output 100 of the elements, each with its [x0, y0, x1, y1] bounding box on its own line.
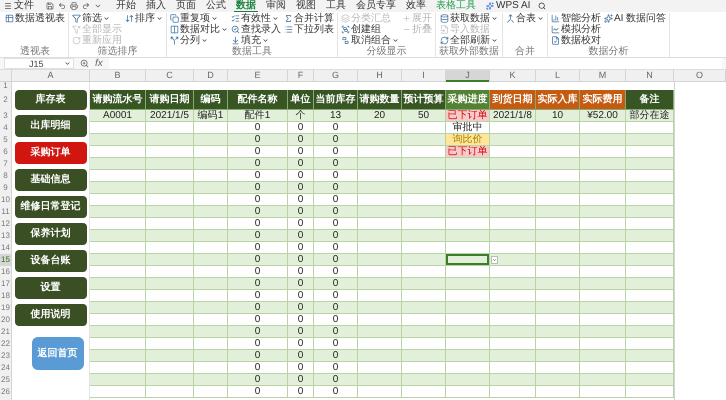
table-cell[interactable] — [490, 266, 536, 278]
table-cell[interactable]: 0 — [288, 290, 314, 302]
table-cell[interactable] — [536, 230, 580, 242]
table-cell[interactable] — [490, 326, 536, 338]
table-cell[interactable] — [536, 350, 580, 362]
table-cell[interactable] — [402, 218, 446, 230]
table-cell[interactable] — [626, 266, 674, 278]
table-cell[interactable]: A0001 — [90, 110, 146, 122]
table-cell[interactable]: 个 — [288, 110, 314, 122]
row-number[interactable]: 23 — [0, 350, 11, 362]
ribbon-button[interactable]: 创建组 — [341, 24, 399, 35]
column-letter[interactable]: F — [288, 70, 314, 82]
table-cell[interactable] — [490, 302, 536, 314]
table-cell[interactable] — [90, 386, 146, 398]
menu-tab[interactable]: 插入 — [144, 0, 168, 12]
table-cell[interactable] — [580, 158, 626, 170]
table-cell[interactable] — [490, 374, 536, 386]
table-cell[interactable] — [446, 290, 490, 302]
table-cell[interactable] — [536, 206, 580, 218]
table-cell[interactable]: 0 — [288, 302, 314, 314]
table-cell[interactable]: 0 — [228, 230, 288, 242]
table-cell[interactable] — [90, 146, 146, 158]
table-cell[interactable]: 0 — [288, 170, 314, 182]
ribbon-button[interactable]: 下拉列表 — [284, 24, 334, 35]
ribbon-button[interactable]: 筛选 — [72, 13, 122, 24]
table-cell[interactable] — [90, 194, 146, 206]
table-cell[interactable]: 0 — [228, 254, 288, 266]
table-cell[interactable]: 0 — [314, 218, 358, 230]
table-cell[interactable] — [580, 182, 626, 194]
column-letter[interactable]: E — [228, 70, 288, 82]
row-number[interactable]: 20 — [0, 314, 11, 326]
formula-input[interactable] — [108, 58, 722, 69]
table-cell[interactable]: 0 — [288, 182, 314, 194]
table-cell[interactable] — [490, 158, 536, 170]
ribbon-button[interactable]: 获取数据 — [440, 13, 498, 24]
table-cell[interactable] — [402, 350, 446, 362]
table-cell[interactable] — [358, 122, 402, 134]
table-cell[interactable]: 0 — [314, 302, 358, 314]
table-cell[interactable] — [402, 182, 446, 194]
table-cell[interactable] — [446, 326, 490, 338]
table-cell[interactable] — [90, 278, 146, 290]
column-letter[interactable]: M — [580, 70, 626, 82]
table-cell[interactable] — [90, 314, 146, 326]
table-cell[interactable] — [536, 158, 580, 170]
table-cell[interactable] — [490, 134, 536, 146]
nav-button[interactable]: 采购订单 — [14, 142, 86, 164]
table-cell[interactable]: 0 — [314, 194, 358, 206]
table-cell[interactable] — [90, 122, 146, 134]
table-cell[interactable] — [580, 194, 626, 206]
table-cell[interactable] — [402, 362, 446, 374]
table-cell[interactable] — [402, 194, 446, 206]
table-cell[interactable]: 0 — [314, 362, 358, 374]
table-cell[interactable] — [536, 170, 580, 182]
column-letter[interactable]: C — [146, 70, 194, 82]
table-cell[interactable]: 0 — [288, 206, 314, 218]
table-cell[interactable]: 0 — [288, 266, 314, 278]
table-cell[interactable] — [580, 170, 626, 182]
table-cell[interactable] — [194, 314, 228, 326]
table-cell[interactable] — [536, 254, 580, 266]
table-cell[interactable] — [146, 290, 194, 302]
table-cell[interactable] — [90, 302, 146, 314]
table-cell[interactable] — [358, 182, 402, 194]
table-cell[interactable] — [358, 338, 402, 350]
table-cell[interactable] — [580, 266, 626, 278]
table-cell[interactable] — [626, 134, 674, 146]
table-cell[interactable] — [446, 158, 490, 170]
table-cell[interactable] — [446, 302, 490, 314]
table-cell[interactable]: 0 — [288, 338, 314, 350]
table-cell[interactable] — [490, 194, 536, 206]
table-cell[interactable] — [490, 146, 536, 158]
table-cell[interactable] — [402, 326, 446, 338]
row-number[interactable]: 9 — [0, 182, 11, 194]
table-cell[interactable] — [402, 158, 446, 170]
table-cell[interactable]: 0 — [228, 242, 288, 254]
table-cell[interactable] — [146, 182, 194, 194]
ribbon-button[interactable]: 查找录入 — [231, 24, 281, 35]
table-cell[interactable] — [358, 362, 402, 374]
status-cell[interactable]: 已下订单 — [446, 146, 490, 158]
table-cell[interactable] — [194, 254, 228, 266]
table-cell[interactable] — [402, 302, 446, 314]
ribbon-button[interactable]: 数据透视表 — [5, 13, 65, 24]
table-cell[interactable] — [490, 350, 536, 362]
table-cell[interactable] — [446, 206, 490, 218]
ribbon-button[interactable]: 智能分析 — [551, 13, 601, 24]
table-cell[interactable] — [446, 314, 490, 326]
table-cell[interactable] — [146, 218, 194, 230]
table-cell[interactable]: 部分在途 — [626, 110, 674, 122]
table-cell[interactable] — [446, 170, 490, 182]
table-cell[interactable] — [626, 374, 674, 386]
table-cell[interactable] — [358, 254, 402, 266]
table-cell[interactable] — [536, 122, 580, 134]
table-cell[interactable] — [536, 182, 580, 194]
nav-button[interactable]: 保养计划 — [14, 223, 86, 245]
table-cell[interactable]: 0 — [228, 374, 288, 386]
table-cell[interactable] — [626, 194, 674, 206]
table-cell[interactable] — [402, 278, 446, 290]
table-cell[interactable] — [626, 170, 674, 182]
table-cell[interactable]: 50 — [402, 110, 446, 122]
table-cell[interactable] — [90, 230, 146, 242]
table-cell[interactable] — [446, 194, 490, 206]
